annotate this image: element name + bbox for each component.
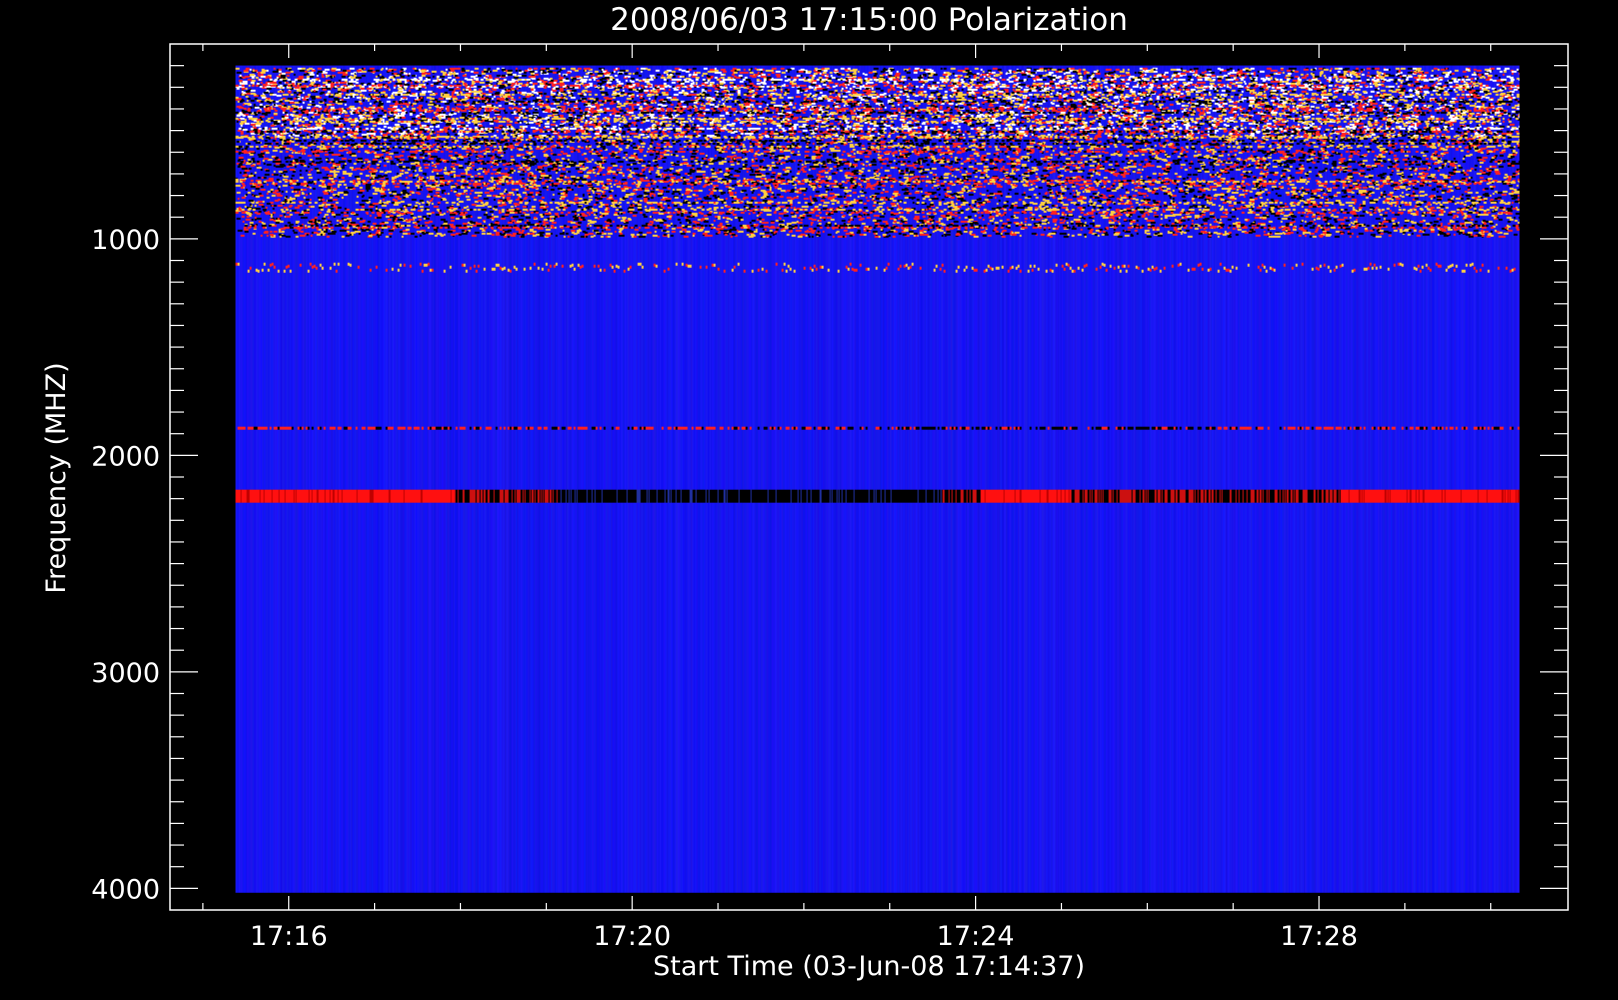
chart-title: 2008/06/03 17:15:00 Polarization xyxy=(610,2,1128,38)
x-axis-label: Start Time (03-Jun-08 17:14:37) xyxy=(653,951,1085,982)
x-tick-label: 17:28 xyxy=(1280,921,1358,952)
y-tick-label: 4000 xyxy=(91,874,160,905)
y-axis-label: Frequency (MHZ) xyxy=(41,362,72,593)
x-tick-label: 17:16 xyxy=(250,921,328,952)
y-tick-label: 2000 xyxy=(91,441,160,472)
y-tick-label: 1000 xyxy=(91,225,160,256)
x-tick-label: 17:20 xyxy=(593,921,671,952)
y-tick-label: 3000 xyxy=(91,658,160,689)
x-tick-label: 17:24 xyxy=(937,921,1015,952)
polarization-spectrogram: 17:16 17:20 17:24 17:28 1000 2000 3000 4000 200… xyxy=(0,0,1618,1000)
spectrogram-image xyxy=(235,65,1520,893)
spectrogram-pixels xyxy=(235,65,1520,893)
